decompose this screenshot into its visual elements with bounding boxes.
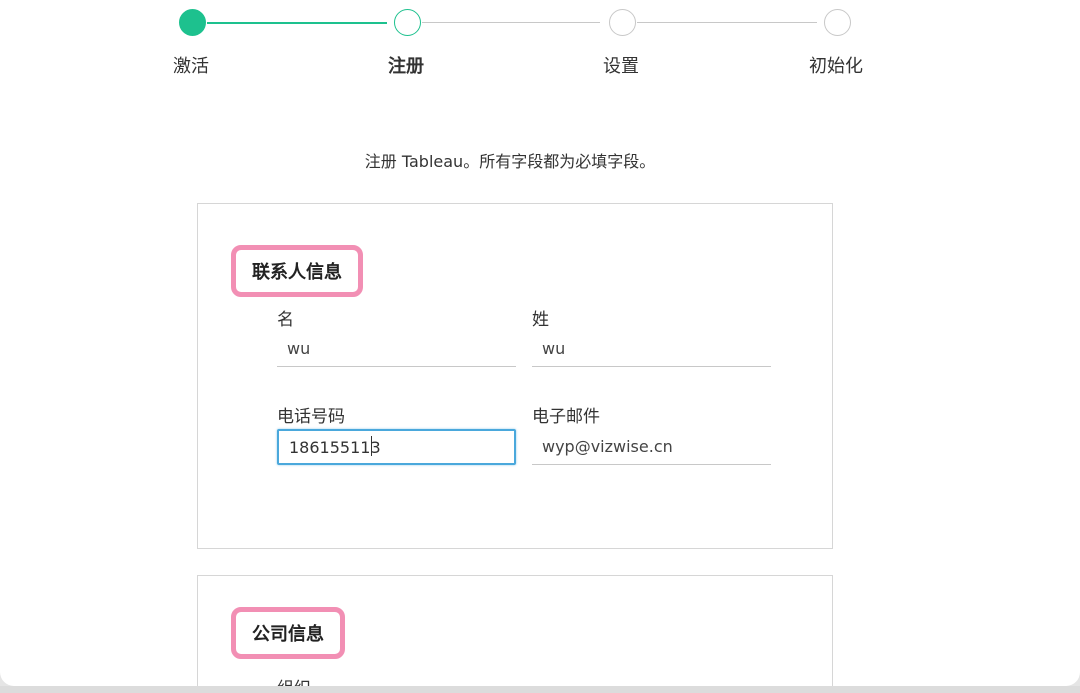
registration-window: 激活 注册 设置 初始化 注册 Tableau。所有字段都为必填字段。 联系人信… xyxy=(0,0,1080,686)
step-initialize-icon xyxy=(824,9,851,36)
step-label-activate: 激活 xyxy=(173,56,209,77)
first-name-input[interactable] xyxy=(277,331,516,367)
contact-section-title: 联系人信息 xyxy=(231,245,363,297)
last-name-label: 姓 xyxy=(532,310,549,330)
email-label: 电子邮件 xyxy=(532,407,600,427)
step-activate-icon xyxy=(179,9,206,36)
step-label-setup: 设置 xyxy=(603,56,639,77)
step-label-register: 注册 xyxy=(388,56,424,77)
organization-label: 组织 xyxy=(277,674,311,686)
step-setup-icon xyxy=(609,9,636,36)
last-name-input[interactable] xyxy=(532,331,771,367)
step-connector-3 xyxy=(637,22,817,23)
text-caret xyxy=(371,436,372,456)
company-info-card: 公司信息 组织 xyxy=(197,575,833,686)
bottom-scrollbar-strip xyxy=(0,686,1080,693)
intro-text: 注册 Tableau。所有字段都为必填字段。 xyxy=(364,152,656,171)
phone-input[interactable] xyxy=(277,429,516,465)
step-connector-1 xyxy=(207,22,387,24)
contact-info-card: 联系人信息 名 姓 电话号码 电子邮件 xyxy=(197,203,833,549)
step-register-icon xyxy=(394,9,421,36)
phone-label: 电话号码 xyxy=(277,407,345,427)
company-section-title: 公司信息 xyxy=(231,607,345,659)
step-connector-2 xyxy=(422,22,600,23)
first-name-label: 名 xyxy=(277,310,294,330)
step-label-initialize: 初始化 xyxy=(809,56,863,77)
email-input[interactable] xyxy=(532,429,771,465)
